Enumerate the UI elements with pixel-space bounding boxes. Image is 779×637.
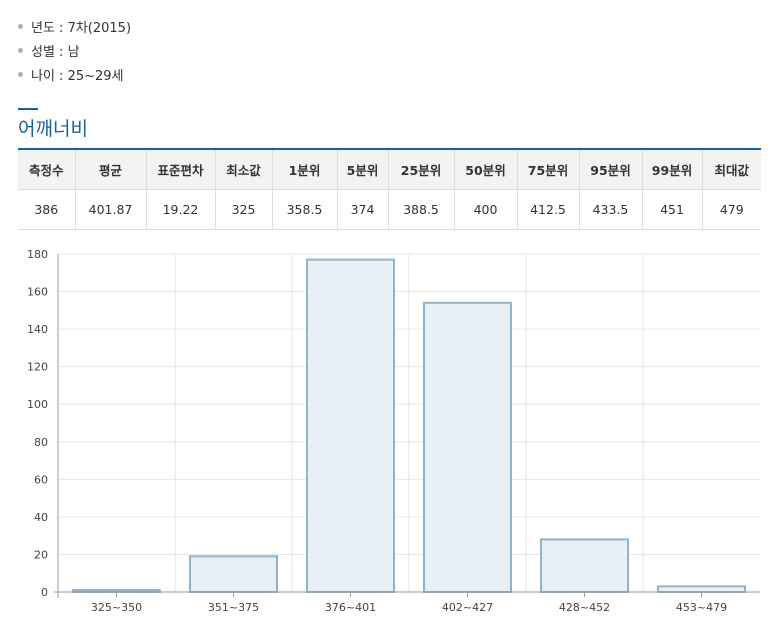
stats-header-cell: 측정수 — [18, 149, 76, 190]
bullet-icon — [18, 71, 23, 77]
stats-table: 측정수 평균 표준편차 최소값 1분위 5분위 25분위 50분위 75분위 9… — [18, 148, 761, 230]
info-year-text: 년도 : 7차(2015) — [31, 20, 132, 36]
stats-header-cell: 5분위 — [337, 149, 389, 190]
stats-value-cell: 400 — [454, 189, 518, 230]
stats-header-cell: 최소값 — [215, 149, 273, 190]
stats-value-cell: 19.22 — [146, 189, 216, 230]
histogram-bar — [423, 301, 512, 593]
y-tick-label: 40 — [34, 511, 48, 524]
x-tick-label: 453~479 — [676, 601, 727, 614]
bullet-icon — [18, 23, 23, 29]
stats-header-cell: 99분위 — [642, 149, 703, 190]
y-tick-label: 180 — [27, 248, 48, 261]
stats-value-cell: 401.87 — [75, 189, 147, 230]
stats-value-cell: 386 — [18, 189, 76, 230]
histogram-bar — [540, 538, 629, 593]
info-item-age: 나이 : 25~29세 — [18, 62, 131, 86]
info-age-text: 나이 : 25~29세 — [31, 68, 124, 84]
stats-value-cell: 433.5 — [579, 189, 643, 230]
stats-header-cell: 1분위 — [272, 149, 338, 190]
stats-header-cell: 75분위 — [517, 149, 580, 190]
x-tick-label: 325~350 — [91, 601, 142, 614]
x-tick-label: 428~452 — [559, 601, 610, 614]
stats-value-cell: 479 — [702, 189, 761, 230]
bullet-icon — [18, 47, 23, 53]
info-list: 년도 : 7차(2015) 성별 : 남 나이 : 25~29세 — [18, 14, 131, 86]
stats-value-cell: 388.5 — [388, 189, 455, 230]
histogram-bar — [189, 555, 278, 594]
stats-header-cell: 25분위 — [388, 149, 455, 190]
y-tick-label: 140 — [27, 323, 48, 336]
x-tick-label: 376~401 — [325, 601, 376, 614]
info-item-year: 년도 : 7차(2015) — [18, 14, 131, 38]
info-gender-text: 성별 : 남 — [31, 44, 80, 60]
stats-value-cell: 325 — [215, 189, 273, 230]
title-accent-bar — [18, 108, 38, 110]
stats-value-cell: 374 — [337, 189, 389, 230]
y-tick-label: 60 — [34, 473, 48, 486]
stats-header-cell: 95분위 — [579, 149, 643, 190]
stats-header-cell: 최대값 — [702, 149, 761, 190]
stats-value-cell: 358.5 — [272, 189, 338, 230]
stats-value-cell: 451 — [642, 189, 703, 230]
info-item-gender: 성별 : 남 — [18, 38, 131, 62]
stats-value-row: 386 401.87 19.22 325 358.5 374 388.5 400… — [18, 189, 761, 230]
y-tick-label: 80 — [34, 436, 48, 449]
y-tick-label: 100 — [27, 398, 48, 411]
y-tick-label: 0 — [41, 586, 48, 599]
histogram-bar — [306, 258, 395, 594]
section-title: 어깨너비 — [18, 118, 88, 140]
histogram-bar — [657, 585, 746, 594]
stats-header-cell: 표준편차 — [146, 149, 216, 190]
y-tick-label: 20 — [34, 548, 48, 561]
stats-header-cell: 평균 — [75, 149, 147, 190]
stats-value-cell: 412.5 — [517, 189, 580, 230]
stats-header-cell: 50분위 — [454, 149, 518, 190]
x-tick-label: 351~375 — [208, 601, 259, 614]
x-tick-label: 402~427 — [442, 601, 493, 614]
y-tick-label: 160 — [27, 286, 48, 299]
histogram-chart: 0 20 40 60 80 100 120 140 160 180 325~350 351~375 37… — [27, 248, 760, 614]
stats-header-row: 측정수 평균 표준편차 최소값 1분위 5분위 25분위 50분위 75분위 9… — [18, 149, 761, 190]
section-header: 어깨너비 — [18, 108, 761, 141]
y-tick-label: 120 — [27, 361, 48, 374]
